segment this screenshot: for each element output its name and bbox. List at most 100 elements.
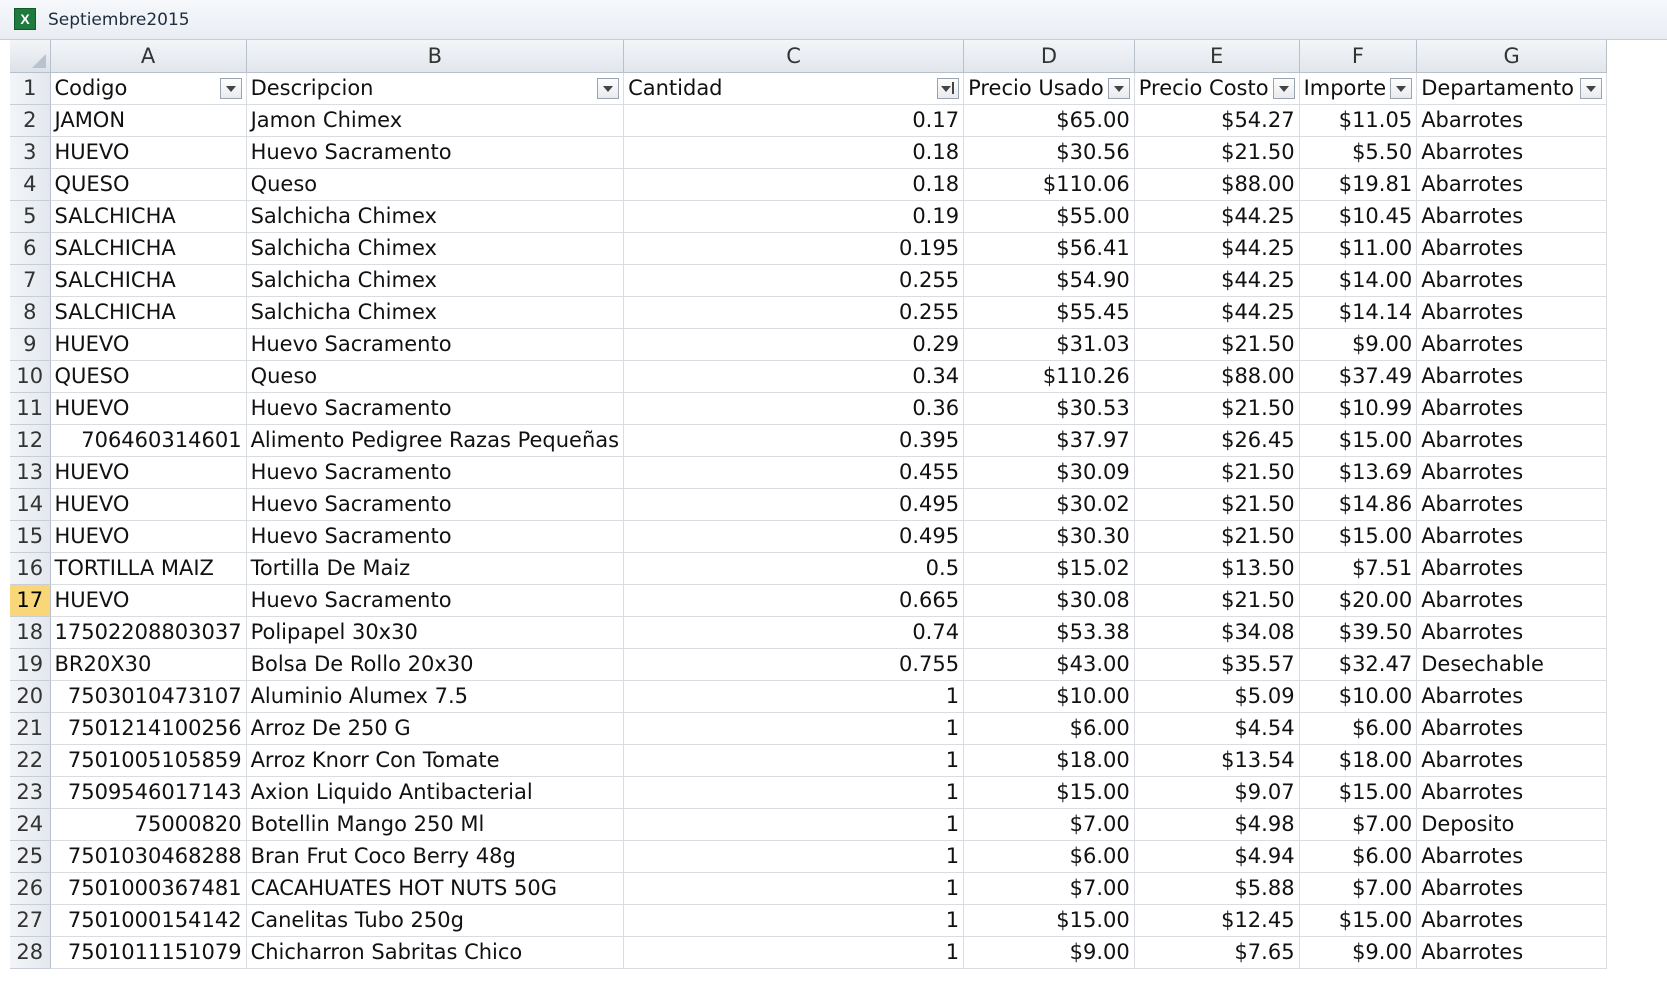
cell-importe[interactable]: $15.00	[1299, 424, 1418, 457]
cell-importe[interactable]: $18.00	[1299, 744, 1418, 777]
cell-descripcion[interactable]: Queso	[246, 360, 625, 393]
cell-codigo[interactable]: HUEVO	[50, 136, 247, 169]
cell-descripcion[interactable]: Huevo Sacramento	[246, 136, 625, 169]
cell-departamento[interactable]: Abarrotes	[1416, 744, 1608, 777]
cell-precio-costo[interactable]: $13.54	[1134, 744, 1300, 777]
cell-cantidad[interactable]: 1	[623, 840, 965, 873]
column-header-d[interactable]: D	[963, 40, 1135, 73]
cell-cantidad[interactable]: 0.195	[623, 232, 965, 265]
cell-cantidad[interactable]: 0.255	[623, 296, 965, 329]
cell-departamento[interactable]: Abarrotes	[1416, 328, 1608, 361]
cell-importe[interactable]: $15.00	[1299, 520, 1418, 553]
cell-precio-usado[interactable]: $110.06	[963, 168, 1135, 201]
cell-cantidad[interactable]: 0.755	[623, 648, 965, 681]
cell-descripcion[interactable]: Salchicha Chimex	[246, 232, 625, 265]
row-header[interactable]: 7	[10, 264, 51, 297]
cell-codigo[interactable]: 7503010473107	[50, 680, 247, 713]
cell-precio-usado[interactable]: $30.09	[963, 456, 1135, 489]
cell-codigo[interactable]: 7501011151079	[50, 936, 247, 969]
spreadsheet-grid[interactable]: A B C D E F G 1 Codigo Descripcion Canti…	[10, 40, 1667, 987]
cell-cantidad[interactable]: 0.395	[623, 424, 965, 457]
cell-precio-usado[interactable]: $30.30	[963, 520, 1135, 553]
cell-descripcion[interactable]: Salchicha Chimex	[246, 264, 625, 297]
cell-importe[interactable]: $10.99	[1299, 392, 1418, 425]
cell-precio-usado[interactable]: $6.00	[963, 840, 1135, 873]
row-header[interactable]: 20	[10, 680, 51, 713]
cell-importe[interactable]: $37.49	[1299, 360, 1418, 393]
cell-departamento[interactable]: Abarrotes	[1416, 776, 1608, 809]
cell-departamento[interactable]: Abarrotes	[1416, 456, 1608, 489]
cell-importe[interactable]: $10.45	[1299, 200, 1418, 233]
cell-precio-usado[interactable]: $55.45	[963, 296, 1135, 329]
cell-precio-usado[interactable]: $15.00	[963, 904, 1135, 937]
filter-dropdown-icon[interactable]	[1272, 77, 1295, 99]
cell-codigo[interactable]: QUESO	[50, 168, 247, 201]
cell-precio-usado[interactable]: $30.02	[963, 488, 1135, 521]
cell-importe[interactable]: $5.50	[1299, 136, 1418, 169]
cell-descripcion[interactable]: Canelitas Tubo 250g	[246, 904, 625, 937]
cell-codigo[interactable]: 17502208803037	[50, 616, 247, 649]
cell-codigo[interactable]: 7501214100256	[50, 712, 247, 745]
cell-cantidad[interactable]: 0.665	[623, 584, 965, 617]
cell-departamento[interactable]: Deposito	[1416, 808, 1608, 841]
select-all-corner[interactable]	[10, 40, 51, 73]
cell-precio-costo[interactable]: $21.50	[1134, 136, 1300, 169]
cell-precio-usado[interactable]: $18.00	[963, 744, 1135, 777]
cell-importe[interactable]: $15.00	[1299, 904, 1418, 937]
cell-departamento[interactable]: Abarrotes	[1416, 616, 1608, 649]
cell-importe[interactable]: $7.00	[1299, 808, 1418, 841]
cell-precio-usado[interactable]: $30.08	[963, 584, 1135, 617]
cell-departamento[interactable]: Abarrotes	[1416, 360, 1608, 393]
cell-descripcion[interactable]: Huevo Sacramento	[246, 584, 625, 617]
cell-cantidad[interactable]: 0.34	[623, 360, 965, 393]
cell-precio-costo[interactable]: $21.50	[1134, 328, 1300, 361]
cell-departamento[interactable]: Abarrotes	[1416, 424, 1608, 457]
cell-precio-costo[interactable]: $21.50	[1134, 392, 1300, 425]
cell-descripcion[interactable]: Jamon Chimex	[246, 104, 625, 137]
cell-importe[interactable]: $19.81	[1299, 168, 1418, 201]
cell-codigo[interactable]: SALCHICHA	[50, 264, 247, 297]
cell-cantidad[interactable]: 1	[623, 744, 965, 777]
cell-descripcion[interactable]: Alimento Pedigree Razas Pequeñas	[246, 424, 625, 457]
cell-cantidad[interactable]: 0.29	[623, 328, 965, 361]
cell-importe[interactable]: $13.69	[1299, 456, 1418, 489]
cell-precio-usado[interactable]: $30.53	[963, 392, 1135, 425]
row-header[interactable]: 14	[10, 488, 51, 521]
column-header-f[interactable]: F	[1299, 40, 1418, 73]
cell-cantidad[interactable]: 1	[623, 904, 965, 937]
cell-precio-costo[interactable]: $7.65	[1134, 936, 1300, 969]
row-header[interactable]: 19	[10, 648, 51, 681]
cell-header-precio-costo[interactable]: Precio Costo	[1134, 72, 1300, 105]
row-header[interactable]: 15	[10, 520, 51, 553]
cell-codigo[interactable]: JAMON	[50, 104, 247, 137]
row-header[interactable]: 21	[10, 712, 51, 745]
cell-precio-usado[interactable]: $15.02	[963, 552, 1135, 585]
cell-precio-usado[interactable]: $37.97	[963, 424, 1135, 457]
cell-departamento[interactable]: Abarrotes	[1416, 264, 1608, 297]
cell-codigo[interactable]: 7501030468288	[50, 840, 247, 873]
cell-cantidad[interactable]: 1	[623, 808, 965, 841]
cell-codigo[interactable]: SALCHICHA	[50, 232, 247, 265]
cell-departamento[interactable]: Abarrotes	[1416, 136, 1608, 169]
filter-dropdown-icon[interactable]	[1580, 77, 1603, 99]
cell-precio-costo[interactable]: $21.50	[1134, 584, 1300, 617]
column-header-c[interactable]: C	[623, 40, 965, 73]
cell-precio-usado[interactable]: $9.00	[963, 936, 1135, 969]
cell-descripcion[interactable]: Huevo Sacramento	[246, 392, 625, 425]
row-header[interactable]: 13	[10, 456, 51, 489]
cell-importe[interactable]: $11.00	[1299, 232, 1418, 265]
cell-cantidad[interactable]: 0.255	[623, 264, 965, 297]
cell-departamento[interactable]: Abarrotes	[1416, 392, 1608, 425]
row-header[interactable]: 11	[10, 392, 51, 425]
row-header[interactable]: 28	[10, 936, 51, 969]
cell-cantidad[interactable]: 0.19	[623, 200, 965, 233]
cell-departamento[interactable]: Abarrotes	[1416, 904, 1608, 937]
cell-importe[interactable]: $9.00	[1299, 936, 1418, 969]
filter-dropdown-icon[interactable]	[1390, 77, 1413, 99]
cell-cantidad[interactable]: 1	[623, 872, 965, 905]
cell-importe[interactable]: $10.00	[1299, 680, 1418, 713]
cell-importe[interactable]: $32.47	[1299, 648, 1418, 681]
cell-importe[interactable]: $14.86	[1299, 488, 1418, 521]
cell-cantidad[interactable]: 1	[623, 680, 965, 713]
cell-precio-usado[interactable]: $65.00	[963, 104, 1135, 137]
